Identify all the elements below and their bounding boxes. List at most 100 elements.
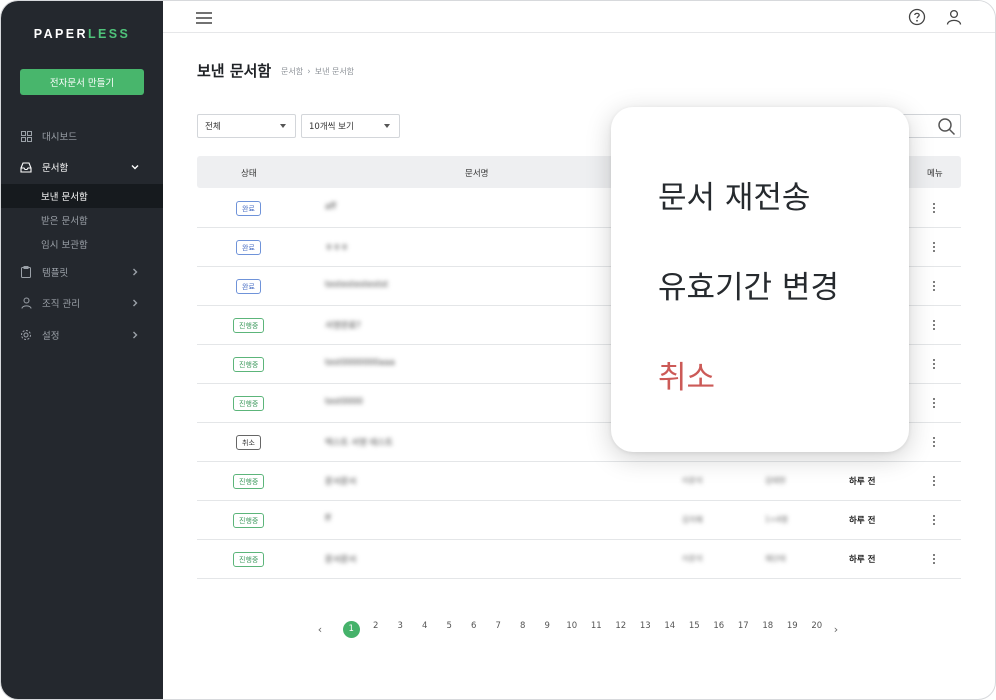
status-badge: 진행중 <box>233 318 265 333</box>
chevron-right-icon <box>129 329 141 341</box>
chevron-right-icon <box>129 266 141 278</box>
status-filter-value: 전체 <box>205 122 221 132</box>
caret-down-icon <box>384 124 390 128</box>
page-number-button[interactable]: 19 <box>780 621 805 638</box>
create-document-button[interactable]: 전자문서 만들기 <box>20 69 144 95</box>
page-number-button[interactable]: 9 <box>535 621 560 638</box>
status-badge: 진행중 <box>233 474 265 489</box>
column-header-name: 문서명 <box>465 169 489 179</box>
sidebar-item-label: 대시보드 <box>42 132 77 143</box>
logo-text-prefix: PAPER <box>33 27 88 41</box>
status-badge: 완료 <box>236 201 261 216</box>
sidebar-subitem-drafts[interactable]: 임시 보관함 <box>1 232 163 256</box>
page-number-button[interactable]: 18 <box>756 621 781 638</box>
breadcrumb-item[interactable]: 문서함 <box>281 66 303 77</box>
sidebar-item-dashboard[interactable]: 대시보드 <box>1 124 163 148</box>
sidebar-item-organization[interactable]: 조직 관리 <box>1 291 163 315</box>
page-number-button[interactable]: 5 <box>437 621 462 638</box>
cell-sender: 김지혜 <box>682 515 703 524</box>
page-number-button[interactable]: 3 <box>388 621 413 638</box>
breadcrumb-item: 보낸 문서함 <box>314 67 355 76</box>
search-icon[interactable] <box>937 117 956 136</box>
more-vertical-icon[interactable] <box>931 551 937 567</box>
more-vertical-icon[interactable] <box>931 434 937 450</box>
page-number-button[interactable]: 15 <box>682 621 707 638</box>
gear-icon <box>20 329 32 341</box>
document-name[interactable]: ㅎㅎㅎ <box>325 241 348 253</box>
document-name[interactable]: 서명완료? <box>325 319 361 331</box>
status-badge: 진행중 <box>233 357 265 372</box>
sidebar-item-label: 문서함 <box>42 163 69 174</box>
page-number-button[interactable]: 12 <box>609 621 634 638</box>
logo: PAPERLESS <box>1 27 163 41</box>
next-page-button[interactable]: › <box>829 623 843 636</box>
cell-recipients: 제단테 <box>765 554 786 563</box>
page-number-button[interactable]: 11 <box>584 621 609 638</box>
cell-time: 하루 전 <box>849 555 876 565</box>
current-page-indicator: 1 <box>342 620 360 638</box>
page-number-button[interactable]: 14 <box>658 621 683 638</box>
page-size-value: 10개씩 보기 <box>309 122 354 132</box>
document-action-menu: 문서 재전송 유효기간 변경 취소 <box>611 107 909 452</box>
page-number-button[interactable]: 16 <box>707 621 732 638</box>
more-vertical-icon[interactable] <box>931 512 937 528</box>
table-row[interactable]: 진행중 ff 김지혜 1+4명 하루 전 <box>197 501 961 540</box>
sidebar-item-label: 조직 관리 <box>42 299 80 310</box>
column-header-menu: 메뉴 <box>927 169 943 179</box>
page-number-button[interactable]: 1 <box>339 620 364 638</box>
more-vertical-icon[interactable] <box>931 356 937 372</box>
document-name[interactable]: test0000 <box>325 397 363 407</box>
sidebar-item-settings[interactable]: 설정 <box>1 323 163 347</box>
document-name[interactable]: aff <box>325 202 336 212</box>
table-row[interactable]: 진행중 문서문서 이문석 김태현 하루 전 <box>197 462 961 501</box>
resend-document-option[interactable]: 문서 재전송 <box>658 172 810 217</box>
cell-recipients: 김태현 <box>765 476 786 485</box>
document-name[interactable]: testestestestst <box>325 280 388 290</box>
sidebar-subitem-received[interactable]: 받은 문서함 <box>1 208 163 232</box>
user-icon[interactable] <box>945 8 963 26</box>
sidebar-subitem-sent[interactable]: 보낸 문서함 <box>1 184 163 208</box>
more-vertical-icon[interactable] <box>931 395 937 411</box>
page-number-button[interactable]: 17 <box>731 621 756 638</box>
page-number-button[interactable]: 8 <box>511 621 536 638</box>
help-icon[interactable] <box>908 8 926 26</box>
page-number-button[interactable]: 20 <box>805 621 830 638</box>
page-size-select[interactable]: 10개씩 보기 <box>301 114 400 138</box>
cell-sender: 이문석 <box>682 554 703 563</box>
page-number-button[interactable]: 10 <box>560 621 585 638</box>
topbar <box>163 1 995 33</box>
cell-time: 하루 전 <box>849 516 876 526</box>
more-vertical-icon[interactable] <box>931 317 937 333</box>
page-title: 보낸 문서함 <box>197 62 272 80</box>
change-expiry-option[interactable]: 유효기간 변경 <box>658 262 839 307</box>
document-name[interactable]: 문서문서 <box>325 475 356 487</box>
dashboard-icon <box>20 130 32 142</box>
chevron-right-icon: › <box>307 66 311 77</box>
inbox-icon <box>20 161 32 173</box>
page-number-button[interactable]: 13 <box>633 621 658 638</box>
more-vertical-icon[interactable] <box>931 200 937 216</box>
status-filter-select[interactable]: 전체 <box>197 114 296 138</box>
status-badge: 취소 <box>236 435 261 450</box>
document-name[interactable]: ff <box>325 514 331 524</box>
more-vertical-icon[interactable] <box>931 473 937 489</box>
table-row[interactable]: 진행중 문서문서 이문석 제단테 하루 전 <box>197 540 961 579</box>
page-number-button[interactable]: 2 <box>364 621 389 638</box>
prev-page-button[interactable]: ‹ <box>313 623 327 636</box>
page-number-button[interactable]: 6 <box>462 621 487 638</box>
status-badge: 진행중 <box>233 513 265 528</box>
sidebar-item-templates[interactable]: 템플릿 <box>1 260 163 284</box>
clipboard-icon <box>20 266 32 278</box>
breadcrumb: 문서함 › 보낸 문서함 <box>281 66 354 77</box>
more-vertical-icon[interactable] <box>931 278 937 294</box>
document-name[interactable]: 문서문서 <box>325 553 356 565</box>
hamburger-icon[interactable] <box>195 10 213 24</box>
document-name[interactable]: test0000000aaa <box>325 358 395 368</box>
status-badge: 완료 <box>236 279 261 294</box>
more-vertical-icon[interactable] <box>931 239 937 255</box>
sidebar-item-documents[interactable]: 문서함 <box>1 155 163 179</box>
document-name[interactable]: 텍스트 서명 테스트 <box>325 436 393 448</box>
cancel-document-option[interactable]: 취소 <box>658 352 715 397</box>
page-number-button[interactable]: 4 <box>413 621 438 638</box>
page-number-button[interactable]: 7 <box>486 621 511 638</box>
